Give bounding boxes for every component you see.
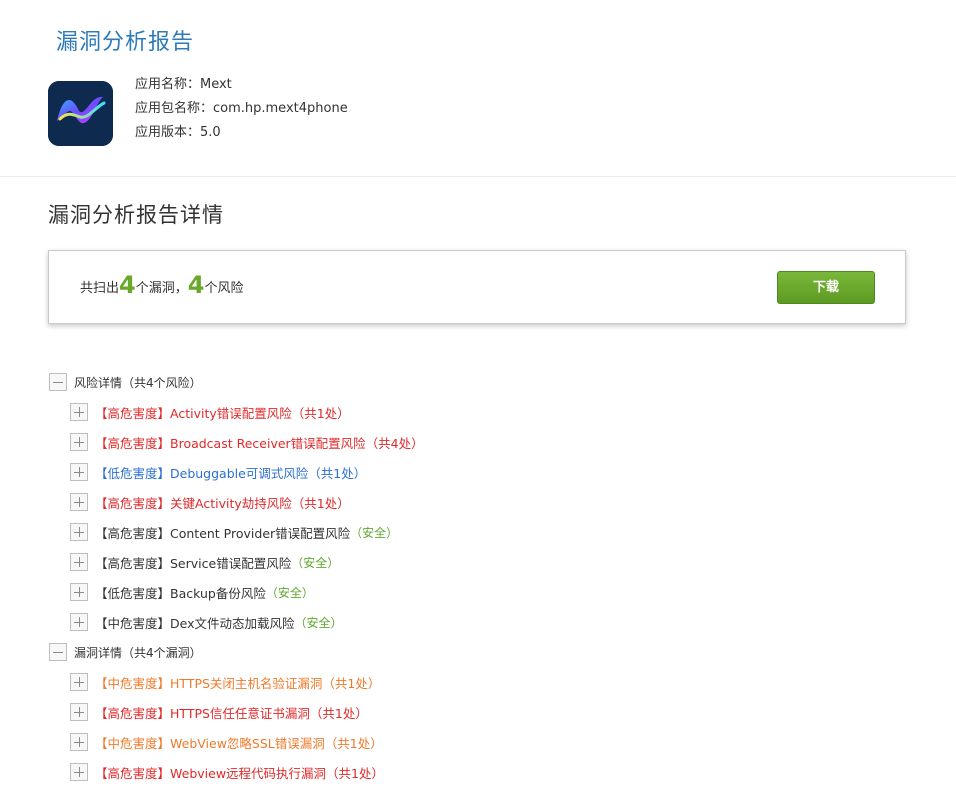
tree-item-label: 【高危害度】Content Provider错误配置风险 <box>95 525 351 541</box>
tree-item[interactable]: 【高危害度】Webview远程代码执行漏洞（共1处） <box>49 757 424 787</box>
page-title: 漏洞分析报告 <box>56 30 195 55</box>
safe-status-badge: （安全） <box>291 555 340 570</box>
vuln-group-header[interactable]: 漏洞详情（共4个漏洞） <box>49 637 424 667</box>
tree-item-label: 【高危害度】关键Activity劫持风险（共1处） <box>95 495 350 511</box>
tree-item-label: 【中危害度】WebView忽略SSL错误漏洞（共1处） <box>95 735 383 751</box>
tree-item[interactable]: 【中危害度】WebView忽略SSL错误漏洞（共1处） <box>49 727 424 757</box>
tree-item-label: 【低危害度】Debuggable可调式风险（共1处） <box>95 465 367 481</box>
expand-icon[interactable] <box>70 493 88 511</box>
tree-item-label: 【高危害度】Broadcast Receiver错误配置风险（共4处） <box>95 435 424 451</box>
expand-icon[interactable] <box>70 523 88 541</box>
expand-icon[interactable] <box>70 583 88 601</box>
tree-item-label: 【中危害度】Dex文件动态加载风险 <box>95 615 295 631</box>
expand-icon[interactable] <box>70 433 88 451</box>
expand-icon[interactable] <box>70 553 88 571</box>
app-info: 应用名称：Mext 应用包名称：com.hp.mext4phone 应用版本：5… <box>135 74 348 146</box>
expand-icon[interactable] <box>70 763 88 781</box>
safe-status-badge: （安全） <box>294 615 343 630</box>
tree-item[interactable]: 【高危害度】Service错误配置风险 （安全） <box>49 547 424 577</box>
expand-icon[interactable] <box>70 463 88 481</box>
tree-item[interactable]: 【中危害度】HTTPS关闭主机名验证漏洞（共1处） <box>49 667 424 697</box>
tree-item[interactable]: 【中危害度】Dex文件动态加载风险 （安全） <box>49 607 424 637</box>
expand-icon[interactable] <box>70 703 88 721</box>
collapse-icon[interactable] <box>49 373 67 391</box>
summary-mid: 个漏洞， <box>135 281 188 296</box>
collapse-icon[interactable] <box>49 643 67 661</box>
summary-prefix: 共扫出 <box>80 281 120 296</box>
app-version: 应用版本：5.0 <box>135 125 221 140</box>
expand-icon[interactable] <box>70 733 88 751</box>
summary-suffix: 个风险 <box>204 281 244 296</box>
details-heading: 漏洞分析报告详情 <box>48 203 224 227</box>
summary-box: 共扫出4个漏洞，4个风险 下载 <box>48 250 906 324</box>
app-name: 应用名称：Mext <box>135 77 232 92</box>
risk-group-label: 风险详情（共4个风险） <box>74 375 202 390</box>
expand-icon[interactable] <box>70 613 88 631</box>
app-icon <box>48 81 113 146</box>
expand-icon[interactable] <box>70 673 88 691</box>
tree-item-label: 【高危害度】Webview远程代码执行漏洞（共1处） <box>95 765 384 781</box>
vuln-group-label: 漏洞详情（共4个漏洞） <box>74 645 202 660</box>
tree-item[interactable]: 【高危害度】Activity错误配置风险（共1处） <box>49 397 424 427</box>
detail-tree: 风险详情（共4个风险） 【高危害度】Activity错误配置风险（共1处） 【高危… <box>49 367 424 787</box>
tree-item-label: 【高危害度】HTTPS信任任意证书漏洞（共1处） <box>95 705 368 721</box>
safe-status-badge: （安全） <box>265 585 314 600</box>
summary-text: 共扫出4个漏洞，4个风险 <box>80 271 243 303</box>
section-divider <box>0 176 956 177</box>
tree-item-label: 【低危害度】Backup备份风险 <box>95 585 266 601</box>
vuln-count: 4 <box>119 271 136 299</box>
risk-count: 4 <box>187 271 205 299</box>
tree-item-label: 【高危害度】Service错误配置风险 <box>95 555 292 571</box>
app-package: 应用包名称：com.hp.mext4phone <box>135 101 348 116</box>
risk-group-header[interactable]: 风险详情（共4个风险） <box>49 367 424 397</box>
tree-item[interactable]: 【低危害度】Backup备份风险 （安全） <box>49 577 424 607</box>
download-button[interactable]: 下载 <box>777 271 875 304</box>
report-page: 漏洞分析报告 应用名称：Mext 应用包名称：com.hp.mext4phone <box>0 0 956 794</box>
tree-item[interactable]: 【高危害度】Content Provider错误配置风险 （安全） <box>49 517 424 547</box>
mext-logo-icon <box>48 81 113 146</box>
tree-item-label: 【中危害度】HTTPS关闭主机名验证漏洞（共1处） <box>95 675 381 691</box>
tree-item-label: 【高危害度】Activity错误配置风险（共1处） <box>95 405 350 421</box>
safe-status-badge: （安全） <box>350 525 399 540</box>
risk-item-list: 【高危害度】Activity错误配置风险（共1处） 【高危害度】Broadcast… <box>49 397 424 637</box>
tree-item[interactable]: 【低危害度】Debuggable可调式风险（共1处） <box>49 457 424 487</box>
vuln-item-list: 【中危害度】HTTPS关闭主机名验证漏洞（共1处） 【高危害度】HTTPS信任任意… <box>49 667 424 787</box>
tree-item[interactable]: 【高危害度】HTTPS信任任意证书漏洞（共1处） <box>49 697 424 727</box>
tree-item[interactable]: 【高危害度】Broadcast Receiver错误配置风险（共4处） <box>49 427 424 457</box>
tree-item[interactable]: 【高危害度】关键Activity劫持风险（共1处） <box>49 487 424 517</box>
expand-icon[interactable] <box>70 403 88 421</box>
